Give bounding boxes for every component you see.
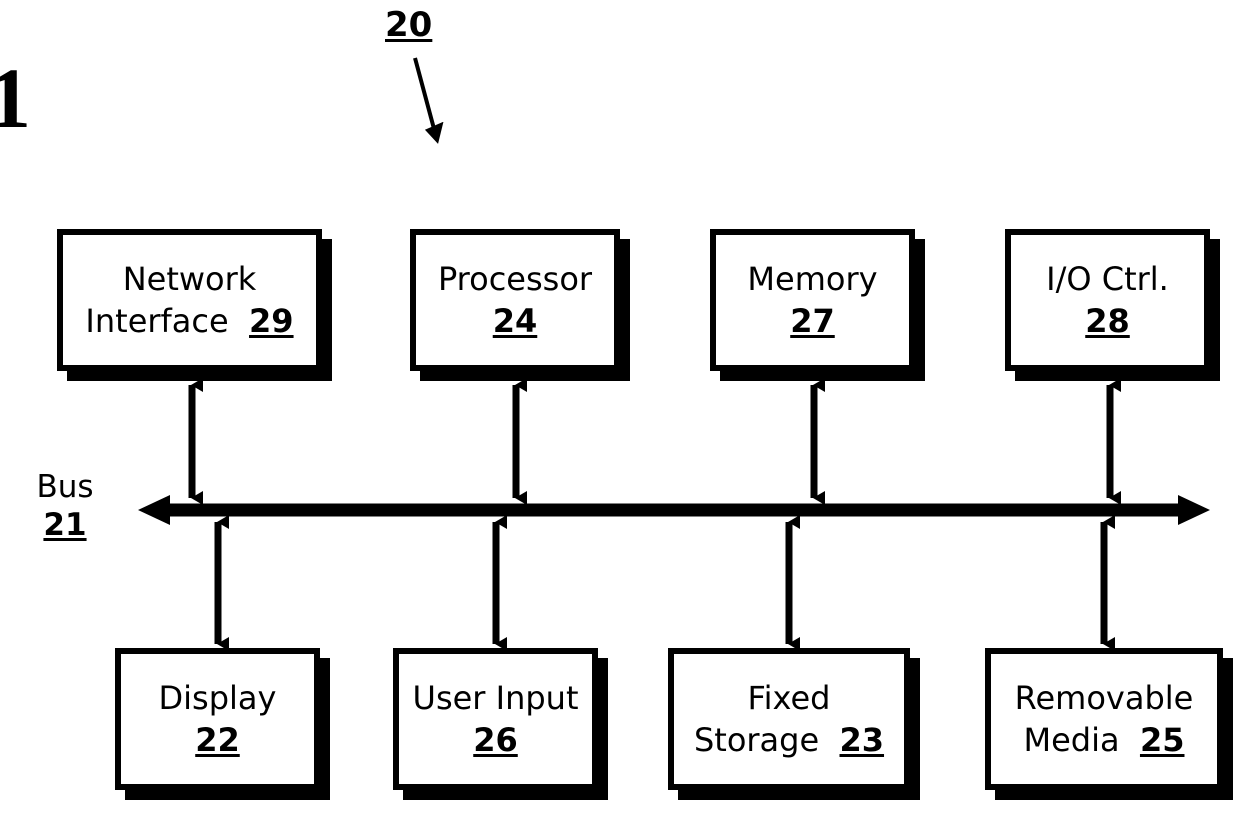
system-callout-label: 20 xyxy=(385,5,433,45)
bus-ref-number: 21 xyxy=(43,507,87,543)
node-memory-text: Memory 27 xyxy=(741,258,883,342)
node-fixed-storage-label-line2: Storage xyxy=(693,721,820,759)
node-removable-media-ref: 25 xyxy=(1139,721,1185,759)
node-fixed-storage-text: Fixed Storage 23 xyxy=(688,677,890,761)
node-network-interface-ref: 29 xyxy=(249,302,294,340)
node-user-input[interactable]: User Input 26 xyxy=(393,648,598,790)
node-removable-media-text: Removable Media 25 xyxy=(1009,677,1200,761)
node-user-input-text: User Input 26 xyxy=(407,677,585,761)
node-processor[interactable]: Processor 24 xyxy=(410,229,620,371)
node-display[interactable]: Display 22 xyxy=(115,648,320,790)
node-user-input-label-line1: User Input xyxy=(412,679,579,717)
node-memory[interactable]: Memory 27 xyxy=(710,229,915,371)
node-memory-label-line1: Memory xyxy=(747,260,878,298)
node-user-input-ref: 26 xyxy=(473,721,518,759)
figure-caption-fragment: 1 xyxy=(0,50,31,146)
node-fixed-storage-ref: 23 xyxy=(839,721,885,759)
node-processor-ref: 24 xyxy=(492,302,538,340)
node-removable-media-label-line1: Removable xyxy=(1014,679,1194,717)
node-io-controller-ref: 28 xyxy=(1085,302,1130,340)
node-network-interface-label-line2: Interface xyxy=(85,302,229,340)
node-display-ref: 22 xyxy=(195,721,240,759)
node-removable-media[interactable]: Removable Media 25 xyxy=(985,648,1223,790)
callout-leader-arrow xyxy=(413,57,444,144)
node-removable-media-label-line2: Media xyxy=(1023,721,1120,759)
node-io-controller-label-line1: I/O Ctrl. xyxy=(1046,260,1169,298)
node-display-label-line1: Display xyxy=(158,679,277,717)
node-processor-label-line1: Processor xyxy=(437,260,593,298)
node-io-controller[interactable]: I/O Ctrl. 28 xyxy=(1005,229,1210,371)
node-display-text: Display 22 xyxy=(153,677,283,761)
node-io-controller-text: I/O Ctrl. 28 xyxy=(1040,258,1175,342)
bus-label-text: Bus xyxy=(36,469,94,505)
node-memory-ref: 27 xyxy=(790,302,835,340)
node-network-interface-label-line1: Network xyxy=(122,260,257,298)
bus-label: Bus 21 xyxy=(10,468,120,544)
node-fixed-storage[interactable]: Fixed Storage 23 xyxy=(668,648,910,790)
node-network-interface[interactable]: Network Interface 29 xyxy=(57,229,322,371)
block-diagram-canvas: 1 20 Bus 21 Network Interface 29 Process… xyxy=(0,0,1240,817)
node-processor-text: Processor 24 xyxy=(432,258,598,342)
node-network-interface-text: Network Interface 29 xyxy=(79,258,299,342)
node-fixed-storage-label-line1: Fixed xyxy=(747,679,831,717)
